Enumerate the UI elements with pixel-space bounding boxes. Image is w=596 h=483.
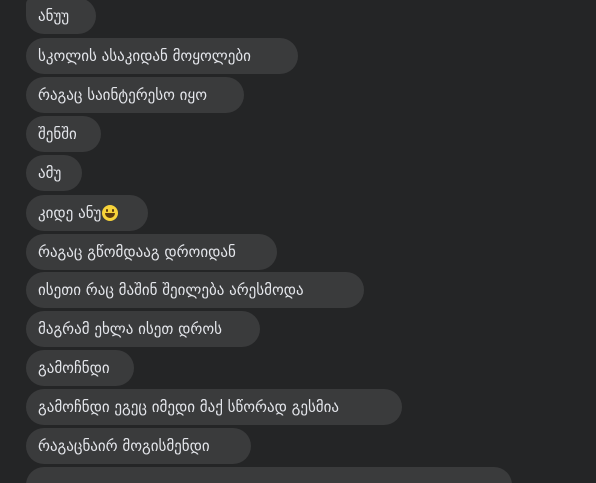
message-bubble[interactable]: ანუუ (26, 0, 96, 34)
message-bubble-partial[interactable] (26, 467, 512, 483)
message-text: ისეთი რაც მაშინ შეილება არესმოდა (38, 281, 304, 299)
message-bubble[interactable]: კიდე ანუ (26, 195, 148, 231)
message-bubble[interactable]: ისეთი რაც მაშინ შეილება არესმოდა (26, 272, 364, 308)
message-text: ანუუ (38, 7, 70, 25)
message-thread: ანუუ სკოლის ასაკიდან მოყოლები რაგაც საინ… (0, 0, 596, 483)
message-text: რაგაც გწომდააგ დროიდან (38, 243, 236, 261)
message-text: შენში (38, 125, 77, 143)
message-bubble[interactable]: რაგაც საინტერესო იყო (26, 77, 244, 113)
message-text: რაგაც საინტერესო იყო (38, 86, 207, 104)
message-bubble[interactable]: გამოჩნდი (26, 350, 134, 386)
message-text: რაგაცნაირ მოგისმენდი (38, 437, 210, 455)
message-bubble[interactable]: ამუ (26, 155, 82, 191)
message-text: გამოჩნდი ეგეც იმედი მაქ სწორად გესმია (38, 398, 340, 416)
message-text: ამუ (38, 164, 62, 182)
message-text: გამოჩნდი (38, 359, 110, 377)
message-text: სკოლის ასაკიდან მოყოლები (38, 47, 251, 65)
message-bubble[interactable]: მაგრამ ეხლა ისეთ დროს (26, 311, 260, 347)
message-bubble[interactable]: შენში (26, 116, 101, 152)
message-bubble[interactable]: რაგაცნაირ მოგისმენდი (26, 428, 251, 464)
message-text: კიდე ანუ (38, 204, 102, 222)
message-text: მაგრამ ეხლა ისეთ დროს (38, 320, 222, 338)
message-bubble[interactable]: გამოჩნდი ეგეც იმედი მაქ სწორად გესმია (26, 389, 402, 425)
grinning-face-icon (102, 204, 119, 221)
message-bubble[interactable]: სკოლის ასაკიდან მოყოლები (26, 38, 298, 74)
message-bubble[interactable]: რაგაც გწომდააგ დროიდან (26, 234, 277, 270)
